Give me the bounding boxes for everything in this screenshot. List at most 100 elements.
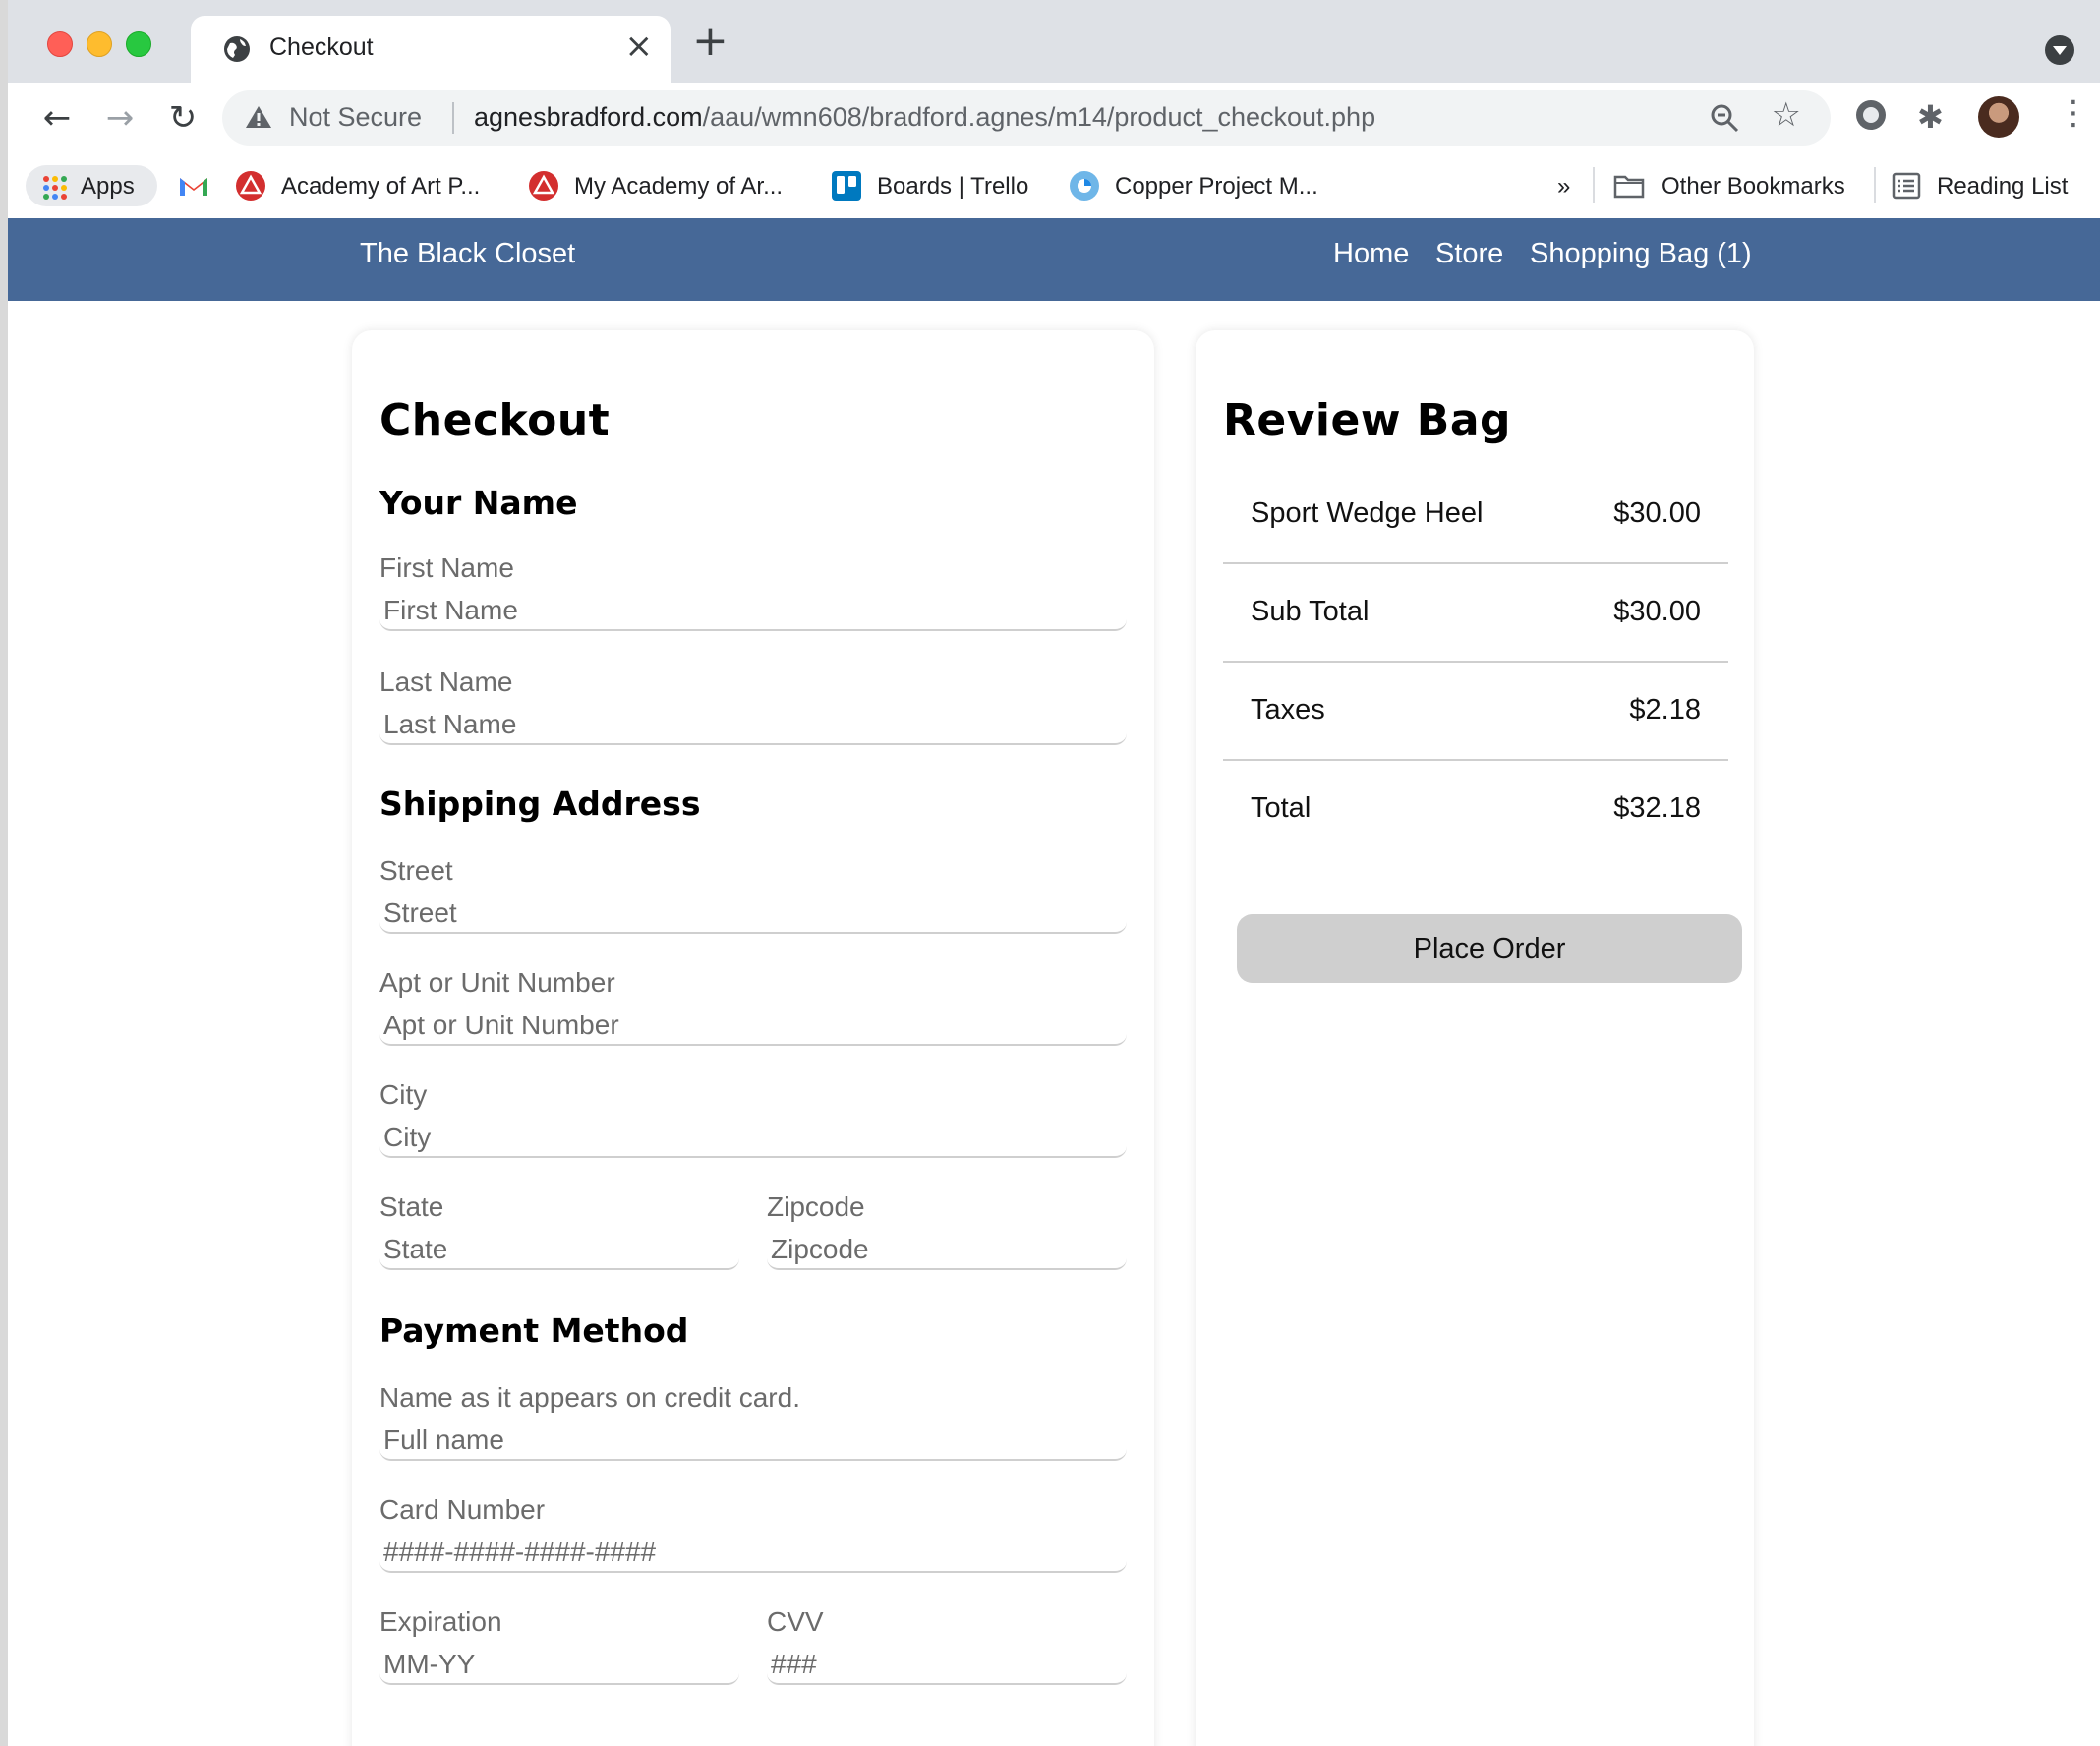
maximize-window-button[interactable] — [126, 31, 151, 57]
bookmark-label: Reading List — [1937, 173, 2069, 200]
tab-strip: Checkout × + — [8, 0, 2100, 83]
tab-title: Checkout — [269, 33, 374, 61]
url-text[interactable]: agnesbradford.com/aau/wmn608/bradford.ag… — [474, 102, 1375, 133]
warning-icon — [246, 106, 271, 128]
close-tab-icon[interactable]: × — [625, 29, 654, 63]
taxes-row: Taxes $2.18 — [1223, 661, 1728, 761]
cvv-label: CVV — [767, 1606, 824, 1637]
item-price: $30.00 — [1613, 497, 1701, 529]
first-name-label: First Name — [379, 553, 514, 583]
state-label: State — [379, 1192, 444, 1222]
address-bar[interactable]: Not Secure agnesbradford.com/aau/wmn608/… — [222, 90, 1831, 146]
folder-icon — [1613, 175, 1645, 199]
state-input[interactable] — [379, 1231, 739, 1270]
minimize-window-button[interactable] — [87, 31, 112, 57]
bookmark-label: Apps — [81, 173, 135, 200]
street-input[interactable] — [379, 895, 1127, 934]
apt-input[interactable] — [379, 1007, 1127, 1046]
browser-toolbar: ← → ↻ Not Secure agnesbradford.com/aau/w… — [8, 83, 2100, 153]
tab-checkout[interactable]: Checkout × — [191, 16, 671, 83]
apps-grid-icon — [43, 176, 67, 200]
card-name-label: Name as it appears on credit card. — [379, 1382, 800, 1413]
forward-button[interactable]: → — [98, 96, 142, 140]
subtotal-row: Sub Total $30.00 — [1223, 562, 1728, 663]
expiration-label: Expiration — [379, 1606, 502, 1637]
last-name-label: Last Name — [379, 667, 513, 697]
address-divider — [452, 102, 454, 134]
first-name-input[interactable] — [379, 592, 1127, 631]
card-number-input[interactable] — [379, 1534, 1127, 1573]
globe-icon — [224, 36, 250, 62]
item-name: Sport Wedge Heel — [1251, 497, 1484, 529]
your-name-heading: Your Name — [379, 484, 578, 522]
checkout-title: Checkout — [379, 395, 611, 445]
security-label[interactable]: Not Secure — [289, 102, 422, 133]
url-path: /aau/wmn608/bradford.agnes/m14/product_c… — [702, 102, 1376, 132]
zoom-icon[interactable] — [1709, 102, 1740, 134]
zipcode-input[interactable] — [767, 1231, 1127, 1270]
place-order-button[interactable]: Place Order — [1237, 914, 1742, 983]
close-window-button[interactable] — [47, 31, 73, 57]
bookmark-trello[interactable]: Boards | Trello — [830, 165, 1066, 206]
bookmark-star-icon[interactable]: ☆ — [1772, 98, 1801, 132]
browser-menu-icon[interactable]: ⋮ — [2057, 96, 2090, 130]
nav-shopping-bag-link[interactable]: Shopping Bag (1) — [1530, 238, 1752, 270]
zipcode-label: Zipcode — [767, 1192, 865, 1222]
cvv-input[interactable] — [767, 1646, 1127, 1685]
bookmark-divider — [1593, 167, 1595, 203]
nav-home-link[interactable]: Home — [1333, 238, 1409, 270]
bookmark-label: Copper Project M... — [1115, 173, 1318, 200]
card-name-input[interactable] — [379, 1422, 1127, 1461]
reload-button[interactable]: ↻ — [161, 96, 204, 140]
card-number-label: Card Number — [379, 1494, 546, 1525]
bookmark-label: My Academy of Ar... — [574, 173, 784, 200]
bookmark-divider — [1874, 167, 1876, 203]
bookmark-academy-portal[interactable]: Academy of Art P... — [234, 165, 509, 206]
bookmark-gmail[interactable] — [175, 165, 214, 206]
reading-list-button[interactable]: Reading List — [1890, 165, 2096, 206]
shipping-address-heading: Shipping Address — [379, 785, 701, 823]
total-label: Total — [1251, 792, 1312, 824]
taxes-label: Taxes — [1251, 694, 1325, 726]
trello-icon — [832, 171, 861, 201]
bookmark-other-bookmarks[interactable]: Other Bookmarks — [1612, 165, 1864, 206]
copper-icon — [1070, 171, 1099, 201]
bookmarks-overflow-button[interactable]: » — [1553, 165, 1583, 206]
gmail-icon — [180, 178, 207, 196]
nav-store-link[interactable]: Store — [1435, 238, 1503, 270]
street-label: Street — [379, 855, 453, 886]
checkout-card: Checkout Your Name First Name Last Name … — [352, 330, 1154, 1746]
overflow-label: » — [1557, 173, 1571, 200]
payment-method-heading: Payment Method — [379, 1311, 689, 1350]
site-brand-link[interactable]: The Black Closet — [360, 238, 575, 270]
academy-icon — [529, 171, 558, 201]
bookmark-copper[interactable]: Copper Project M... — [1068, 165, 1363, 206]
total-row: Total $32.18 — [1223, 759, 1728, 857]
site-navbar: The Black Closet Home Store Shopping Bag… — [8, 218, 2100, 301]
extensions-puzzle-icon[interactable]: ✱ — [1917, 98, 1944, 136]
subtotal-value: $30.00 — [1613, 596, 1701, 627]
review-bag-title: Review Bag — [1223, 395, 1512, 445]
tab-search-icon[interactable] — [2045, 35, 2074, 65]
subtotal-label: Sub Total — [1251, 596, 1370, 627]
bookmark-my-academy[interactable]: My Academy of Ar... — [527, 165, 812, 206]
last-name-input[interactable] — [379, 706, 1127, 745]
city-label: City — [379, 1079, 428, 1110]
academy-icon — [236, 171, 265, 201]
expiration-input[interactable] — [379, 1646, 739, 1685]
bag-item-row: Sport Wedge Heel $30.00 — [1223, 464, 1728, 564]
reading-list-icon — [1892, 172, 1921, 200]
city-input[interactable] — [379, 1119, 1127, 1158]
taxes-value: $2.18 — [1629, 694, 1701, 726]
new-tab-button[interactable]: + — [692, 20, 729, 63]
apt-label: Apt or Unit Number — [379, 967, 615, 998]
bookmark-label: Other Bookmarks — [1662, 173, 1845, 200]
profile-avatar[interactable] — [1978, 96, 2019, 138]
extension-icon[interactable] — [1856, 100, 1886, 130]
web-page: The Black Closet Home Store Shopping Bag… — [8, 218, 2100, 1746]
review-bag-card: Review Bag Sport Wedge Heel $30.00 Sub T… — [1196, 330, 1754, 1746]
bookmarks-bar: Apps Academy of Art P... My Academy of A… — [8, 153, 2100, 219]
back-button[interactable]: ← — [35, 96, 79, 140]
bookmark-apps[interactable]: Apps — [26, 165, 157, 206]
bookmark-label: Boards | Trello — [877, 173, 1029, 200]
